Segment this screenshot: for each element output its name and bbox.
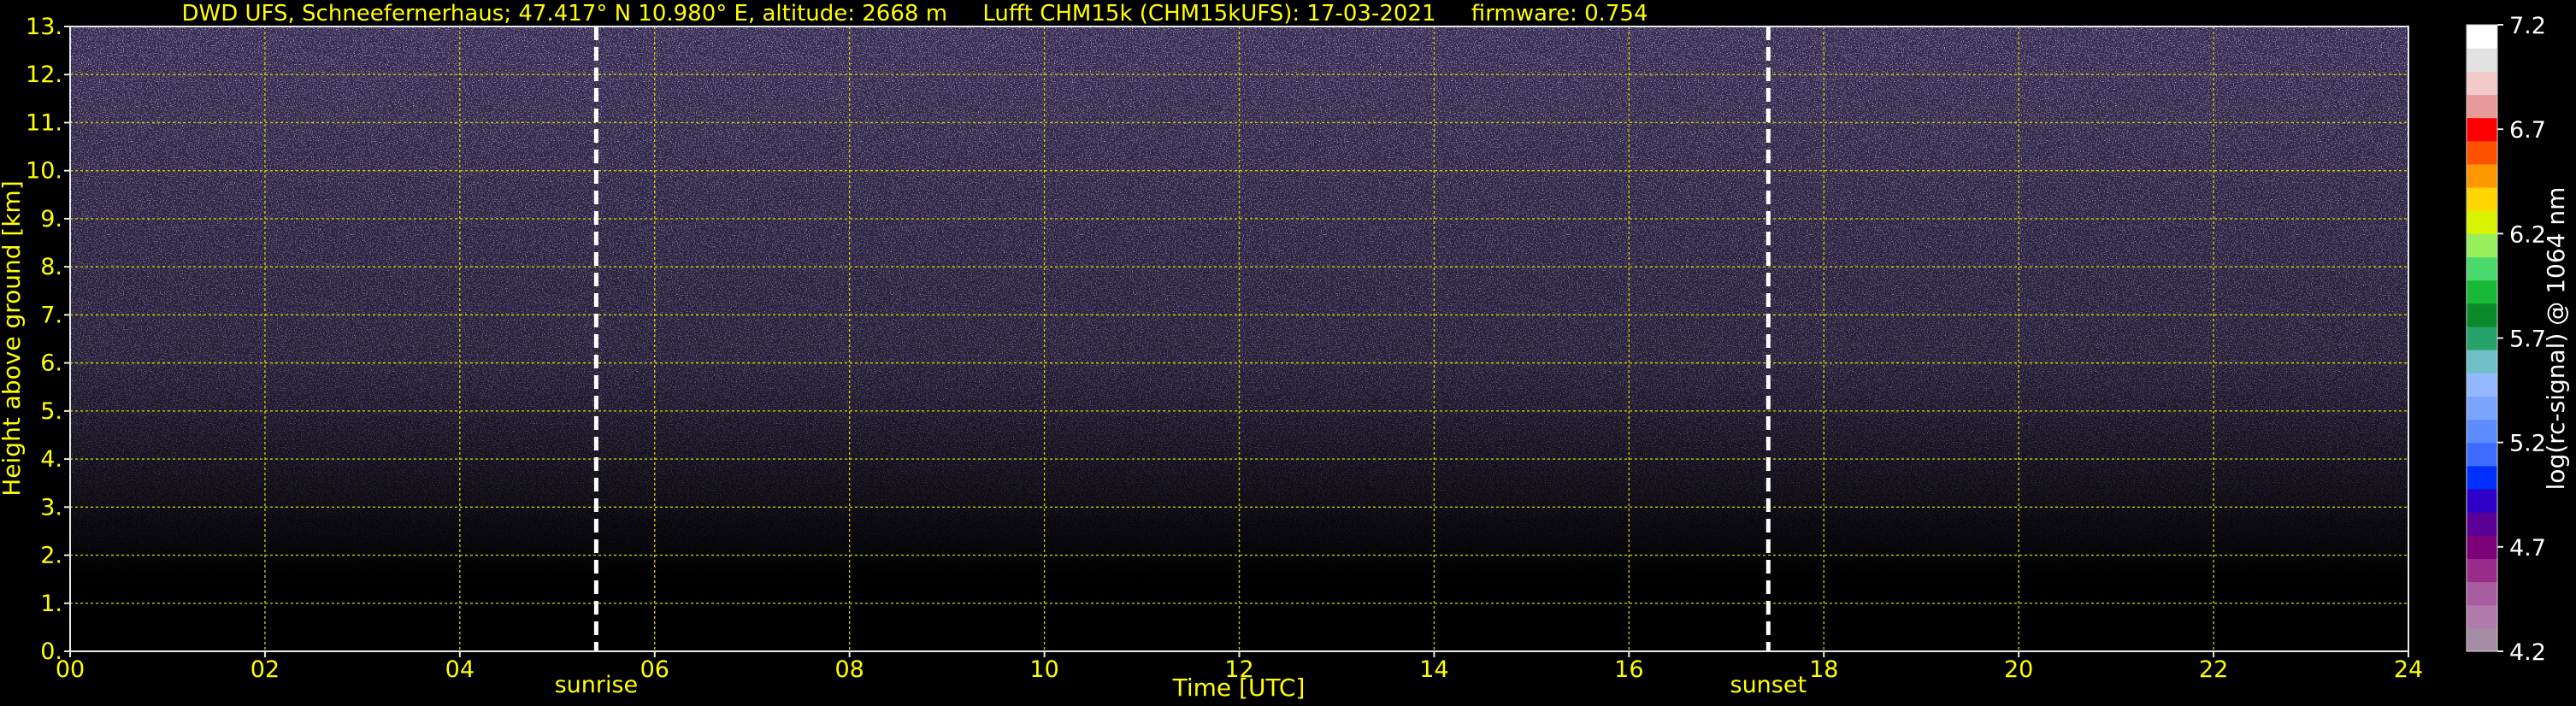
colorbar-segment (2467, 71, 2497, 96)
x-tick-label: 18 (1809, 656, 1838, 683)
colorbar-tick-label: 5.2 (2509, 431, 2546, 457)
x-tick-label: 04 (445, 656, 475, 683)
x-tick-label: 14 (1419, 656, 1448, 683)
y-axis-label: Height above ground [km] (0, 180, 26, 497)
y-tick-label: 9. (40, 206, 62, 232)
y-tick-label: 6. (40, 350, 62, 377)
colorbar-segment (2467, 488, 2497, 513)
colorbar-tick-label: 6.2 (2509, 221, 2546, 248)
colorbar-tick-label: 6.7 (2509, 117, 2546, 144)
colorbar-segment (2467, 373, 2497, 397)
chart-title: DWD UFS, Schneefernerhaus; 47.417° N 10.… (181, 1, 1648, 26)
x-tick-label: 06 (640, 656, 669, 683)
colorbar-segment (2467, 419, 2497, 444)
x-tick-label: 10 (1029, 656, 1058, 683)
colorbar-segment (2467, 627, 2497, 652)
y-axis: 0. 1. 2. 3. 4. 5. 6. 7. 8. 9. 10. 11. 12. 13. (26, 14, 70, 665)
y-tick-label: 3. (40, 494, 62, 521)
colorbar-segment (2467, 303, 2497, 327)
y-tick-label: 10. (26, 158, 62, 185)
ceilometer-chart: DWD UFS, Schneefernerhaus; 47.417° N 10.… (0, 1, 2570, 702)
colorbar-segment (2467, 279, 2497, 304)
colorbar-segment (2467, 25, 2497, 49)
colorbar-segment (2467, 256, 2497, 281)
colorbar-segment (2467, 210, 2497, 234)
colorbar-segment (2467, 396, 2497, 421)
colorbar-segment (2467, 604, 2497, 629)
colorbar-segment (2467, 94, 2497, 119)
y-tick-label: 7. (40, 302, 62, 328)
sunrise-label: sunrise (555, 672, 639, 698)
colorbar-tick-label: 4.7 (2509, 535, 2546, 562)
colorbar-segment (2467, 350, 2497, 374)
y-tick-label: 11. (26, 109, 62, 136)
y-tick-label: 5. (40, 398, 62, 425)
colorbar-segment (2467, 117, 2497, 142)
colorbar-segment (2467, 558, 2497, 583)
y-tick-label: 2. (40, 543, 62, 569)
colorbar-segment (2467, 326, 2497, 350)
sunset-label: sunset (1730, 672, 1807, 698)
colorbar-segment (2467, 581, 2497, 606)
colorbar-segment (2467, 442, 2497, 467)
colorbar-segment (2467, 465, 2497, 490)
colorbar: 7.2 6.7 6.2 5.7 5.2 4.7 4.2 (2467, 13, 2546, 666)
colorbar-segment (2467, 233, 2497, 258)
y-tick-label: 4. (40, 446, 62, 473)
colorbar-tick-label: 4.2 (2509, 639, 2546, 666)
y-tick-label: 0. (40, 638, 62, 665)
colorbar-segment (2467, 512, 2497, 536)
colorbar-segment (2467, 187, 2497, 211)
colorbar-tick-label: 5.7 (2509, 327, 2546, 353)
colorbar-segment (2467, 48, 2497, 72)
y-tick-label: 13. (26, 14, 62, 40)
colorbar-tick-label: 7.2 (2509, 13, 2546, 39)
x-tick-label: 24 (2394, 656, 2423, 683)
x-axis-label: Time [UTC] (1172, 674, 1306, 702)
x-tick-label: 08 (834, 656, 864, 683)
y-tick-label: 8. (40, 254, 62, 280)
y-tick-label: 1. (40, 591, 62, 617)
y-tick-label: 12. (26, 62, 62, 88)
colorbar-segment (2467, 163, 2497, 188)
colorbar-label: log(rc-signal) @ 1064 nm (2542, 187, 2570, 491)
plot-area (69, 26, 2409, 652)
colorbar-segment (2467, 140, 2497, 165)
x-tick-label: 02 (251, 656, 280, 683)
x-tick-label: 16 (1614, 656, 1643, 683)
x-tick-label: 20 (2004, 656, 2033, 683)
x-tick-label: 22 (2199, 656, 2228, 683)
colorbar-segment (2467, 535, 2497, 560)
